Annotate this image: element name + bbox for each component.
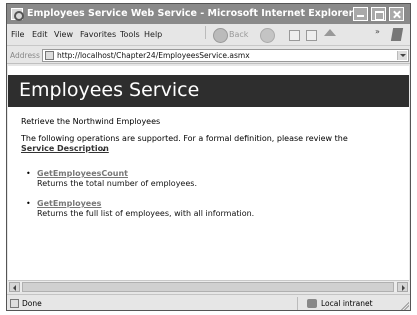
address-label: Address	[10, 51, 40, 60]
scrollbar-thumb[interactable]	[22, 282, 394, 292]
operation-link-getemployees[interactable]: GetEmployees	[37, 199, 101, 208]
resize-grip[interactable]	[400, 301, 409, 310]
operation-description: Returns the total number of employees.	[37, 179, 197, 188]
toolbar-overflow-chevron[interactable]: »	[375, 27, 380, 36]
address-url[interactable]: http://localhost/Chapter24/EmployeesServ…	[57, 51, 250, 60]
close-button[interactable]	[389, 7, 404, 21]
zone-text: Local intranet	[321, 299, 373, 308]
menu-favorites[interactable]: Favorites	[80, 30, 116, 39]
forward-arrow-icon[interactable]	[259, 27, 275, 43]
period: .	[102, 144, 106, 153]
operation-description: Returns the full list of employees, with…	[37, 209, 255, 218]
back-button-label[interactable]: Back	[229, 30, 248, 39]
operation-link-getemployeescount[interactable]: GetEmployeesCount	[37, 169, 128, 178]
back-arrow-icon[interactable]	[212, 27, 228, 43]
stop-icon[interactable]	[289, 30, 300, 41]
address-dropdown-button[interactable]	[397, 51, 407, 60]
status-separator	[297, 297, 298, 310]
menu-file[interactable]: File	[11, 30, 24, 39]
scroll-left-arrow-icon[interactable]	[9, 282, 20, 292]
menu-tools[interactable]: Tools	[120, 30, 140, 39]
toolbar-separator	[205, 26, 206, 39]
service-description-link[interactable]: Service Description	[21, 144, 109, 153]
menu-help[interactable]: Help	[144, 30, 162, 39]
status-bar: Done Local intranet	[7, 294, 410, 310]
bullet: •	[26, 169, 31, 178]
browser-window: Employees Service Web Service - Microsof…	[6, 3, 411, 311]
service-intro: Retrieve the Northwind Employees	[21, 117, 161, 126]
status-text: Done	[22, 299, 42, 308]
horizontal-scrollbar[interactable]	[8, 280, 409, 292]
menu-view[interactable]: View	[54, 30, 73, 39]
page-done-icon	[10, 299, 19, 308]
menu-edit[interactable]: Edit	[32, 30, 48, 39]
page-content: Employees Service Retrieve the Northwind…	[8, 66, 409, 280]
page-icon	[45, 51, 54, 60]
window-title: Employees Service Web Service - Microsof…	[27, 8, 354, 19]
bullet: •	[26, 199, 31, 208]
page-title: Employees Service	[19, 79, 200, 101]
refresh-icon[interactable]	[306, 30, 317, 41]
minimize-button[interactable]	[353, 7, 368, 21]
scroll-right-arrow-icon[interactable]	[397, 282, 408, 292]
ie-app-icon[interactable]	[11, 8, 24, 21]
operations-text: The following operations are supported. …	[21, 134, 348, 143]
home-icon[interactable]	[324, 29, 336, 36]
address-input[interactable]: http://localhost/Chapter24/EmployeesServ…	[42, 49, 409, 62]
intranet-zone-icon	[307, 299, 317, 308]
menu-bar: File Edit View Favorites Tools Help Back…	[7, 24, 410, 46]
maximize-button[interactable]	[371, 7, 386, 21]
page-header: Employees Service	[8, 75, 409, 107]
windows-logo-icon	[389, 27, 406, 43]
address-bar: Address http://localhost/Chapter24/Emplo…	[7, 47, 410, 64]
title-bar[interactable]: Employees Service Web Service - Microsof…	[7, 4, 410, 24]
